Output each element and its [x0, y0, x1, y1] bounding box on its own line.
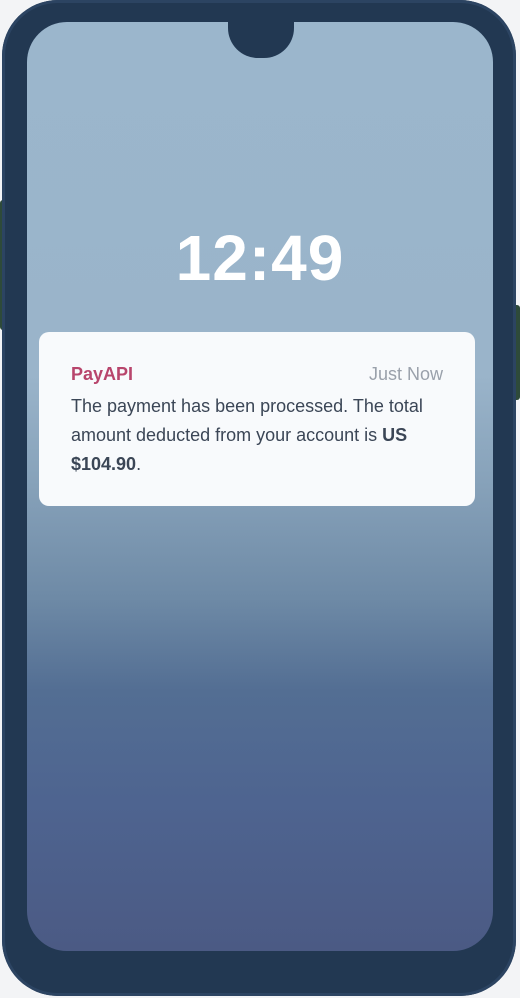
- message-text: The payment has been processed. The tota…: [71, 396, 423, 445]
- notification-timestamp: Just Now: [368, 364, 443, 384]
- notification-message: The payment has been processed. The tota…: [71, 392, 431, 479]
- phone-mockup: 12:49 PayAPI Just Now The payment has be…: [0, 0, 520, 998]
- notification-app-name: PayAPI: [71, 364, 134, 384]
- message-end: .: [136, 454, 142, 474]
- payment-notification[interactable]: PayAPI Just Now The payment has been pro…: [39, 332, 475, 506]
- lockscreen-clock: 12:49: [175, 222, 345, 294]
- notification-header: PayAPI Just Now: [71, 364, 443, 390]
